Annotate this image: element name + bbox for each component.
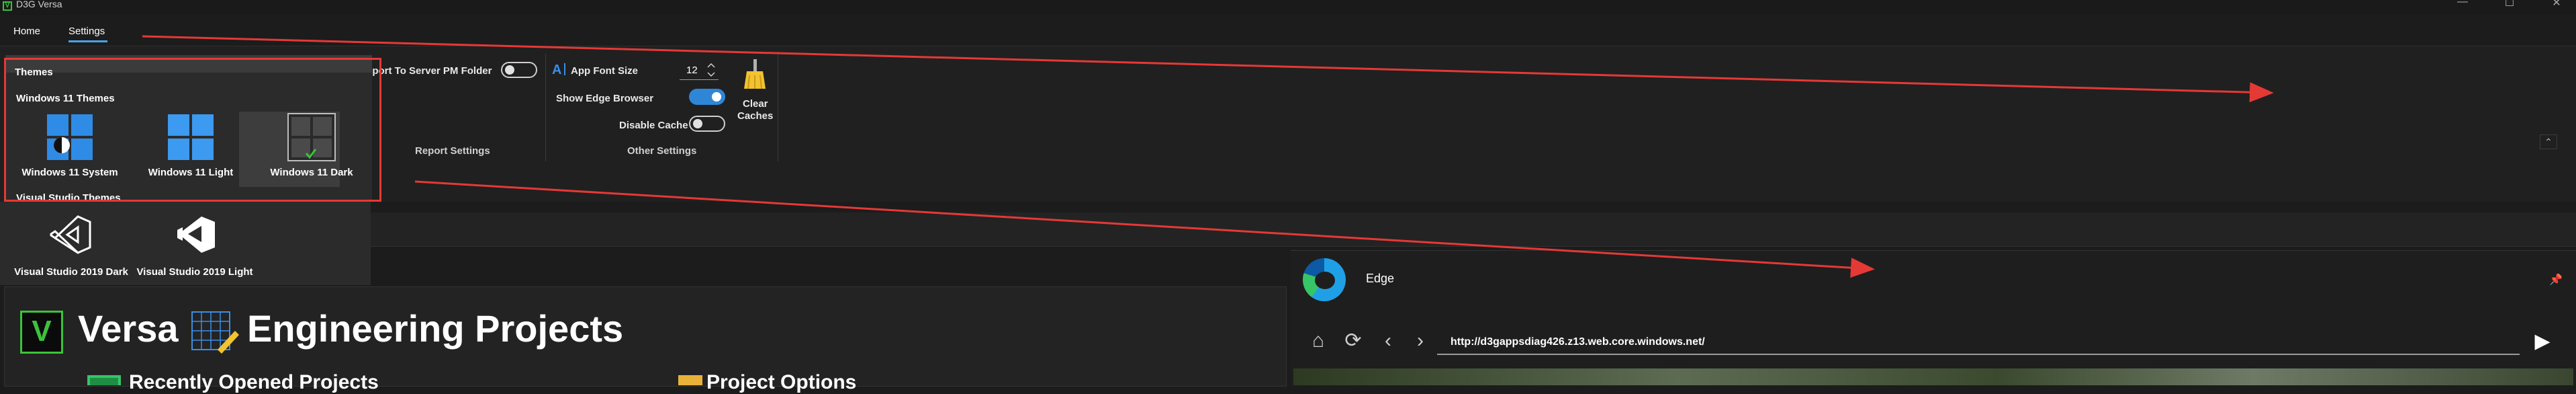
broom-icon [744, 59, 766, 89]
back-button[interactable]: ‹ [1375, 328, 1401, 354]
show-edge-browser-toggle[interactable] [689, 89, 725, 105]
app-font-size-stepper[interactable]: 12 [680, 61, 719, 80]
theme-visual-studio-2019-light[interactable]: Visual Studio 2019 Light [133, 211, 257, 282]
show-edge-browser-label: Show Edge Browser [556, 93, 654, 104]
other-settings-group-label: Other Settings [627, 145, 697, 157]
home-button[interactable]: ⌂ [1305, 328, 1331, 354]
versa-logo: V [20, 311, 63, 354]
font-size-icon: A [552, 63, 565, 77]
disable-cache-toggle[interactable] [689, 116, 725, 132]
app-font-size-value: 12 [686, 65, 698, 76]
web-page-content [1293, 368, 2573, 385]
maximize-button[interactable]: ☐ [2503, 0, 2516, 9]
tab-settings[interactable]: Settings [68, 26, 105, 37]
edge-browser-panel [1291, 250, 2576, 386]
engineering-grid-icon [191, 311, 239, 354]
app-name: Versa [78, 307, 179, 350]
clear-caches-label-line2: Caches [737, 110, 774, 122]
tab-selected-indicator [68, 40, 107, 42]
project-options-heading: Project Options [706, 371, 857, 393]
address-url: http://d3gappsdiag426.z13.web.core.windo… [1451, 336, 1705, 348]
annotation-highlight-box [4, 58, 381, 202]
refresh-button[interactable]: ⟳ [1340, 328, 1366, 354]
theme-label: Visual Studio 2019 Light [136, 266, 253, 278]
window-title: D3G Versa [16, 0, 62, 9]
svg-text:A: A [552, 63, 561, 77]
close-button[interactable]: ✕ [2550, 0, 2563, 9]
edge-icon-inner [1315, 272, 1335, 289]
clear-caches-button[interactable]: Clear Caches [733, 59, 776, 126]
theme-visual-studio-2019-dark[interactable]: Visual Studio 2019 Dark [9, 211, 133, 282]
ribbon-tabs: Home Settings [0, 19, 376, 46]
forward-button[interactable]: › [1408, 328, 1433, 354]
app-logo-icon: V [3, 1, 12, 11]
title-bar: V D3G Versa — ☐ ✕ [0, 0, 2576, 15]
tab-home[interactable]: Home [13, 26, 40, 37]
report-settings-group-label: Report Settings [415, 145, 490, 157]
document-tab-strip [0, 212, 2576, 247]
minimize-button[interactable]: — [2456, 0, 2469, 8]
recent-projects-heading: Recently Opened Projects [129, 371, 379, 393]
export-pm-folder-toggle[interactable] [501, 62, 537, 78]
theme-label: Visual Studio 2019 Dark [14, 266, 128, 278]
pin-icon[interactable]: 📌 [2549, 273, 2563, 286]
folder-icon [678, 375, 702, 385]
group-separator [545, 54, 546, 161]
edge-panel-title: Edge [1366, 272, 1395, 285]
go-button[interactable]: ▶ [2524, 328, 2561, 355]
app-font-size-label: App Font Size [571, 65, 638, 77]
visual-studio-light-icon [177, 216, 215, 253]
visual-studio-dark-icon [50, 215, 91, 254]
collapse-ribbon-button[interactable]: ⌃ [2540, 134, 2557, 149]
disable-cache-label: Disable Cache [619, 120, 688, 131]
stepper-arrows-icon[interactable] [706, 62, 716, 78]
clear-caches-label-line1: Clear [743, 98, 768, 110]
page-title: Engineering Projects [247, 307, 624, 350]
recent-projects-icon [87, 375, 121, 385]
